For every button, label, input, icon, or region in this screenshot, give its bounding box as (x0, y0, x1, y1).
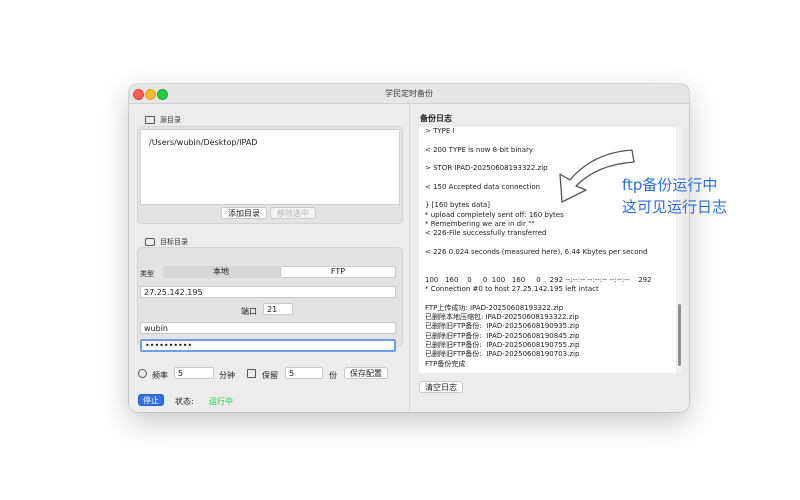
annotation-line-2: 这可见运行日志 (622, 198, 728, 216)
annotation-arrow (559, 149, 635, 203)
annotation-line-1: ftp备份运行中 (622, 176, 718, 194)
